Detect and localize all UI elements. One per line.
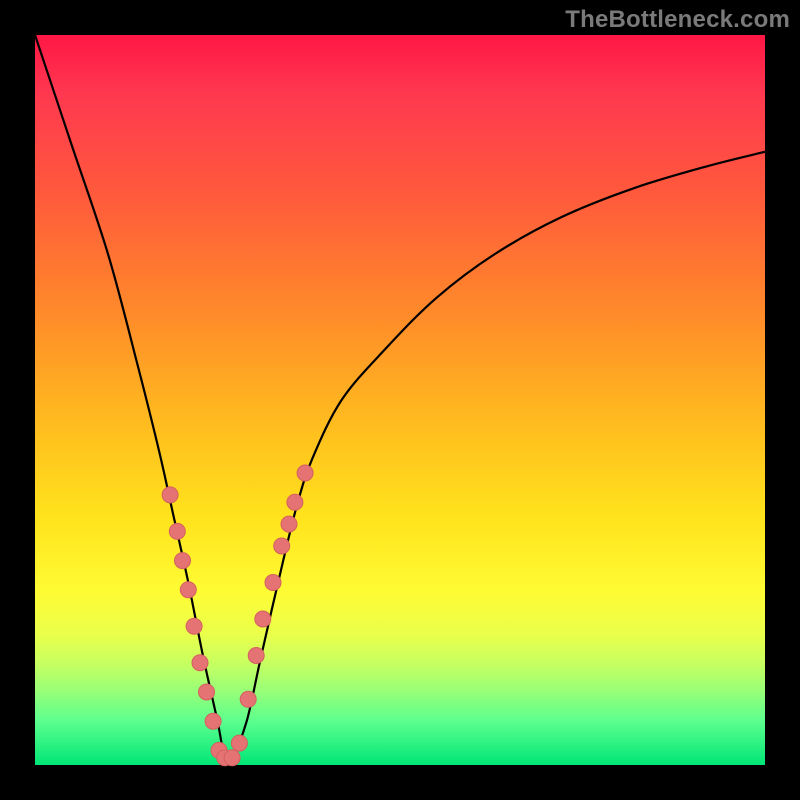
curve-marker [274,538,290,554]
curve-marker [231,735,247,751]
curve-marker [240,691,256,707]
curve-marker [180,582,196,598]
watermark-text: TheBottleneck.com [565,6,790,34]
marker-group [162,465,313,766]
curve-marker [162,487,178,503]
curve-marker [224,750,240,766]
curve-marker [186,618,202,634]
bottleneck-curve [35,35,765,762]
curve-marker [169,523,185,539]
curve-marker [297,465,313,481]
chart-frame: TheBottleneck.com [0,0,800,800]
curve-marker [265,575,281,591]
curve-marker [281,516,297,532]
curve-marker [175,553,191,569]
curve-marker [205,713,221,729]
curve-marker [255,611,271,627]
curve-marker [287,494,303,510]
curve-layer [35,35,765,765]
curve-marker [192,655,208,671]
curve-marker [248,648,264,664]
curve-marker [199,684,215,700]
